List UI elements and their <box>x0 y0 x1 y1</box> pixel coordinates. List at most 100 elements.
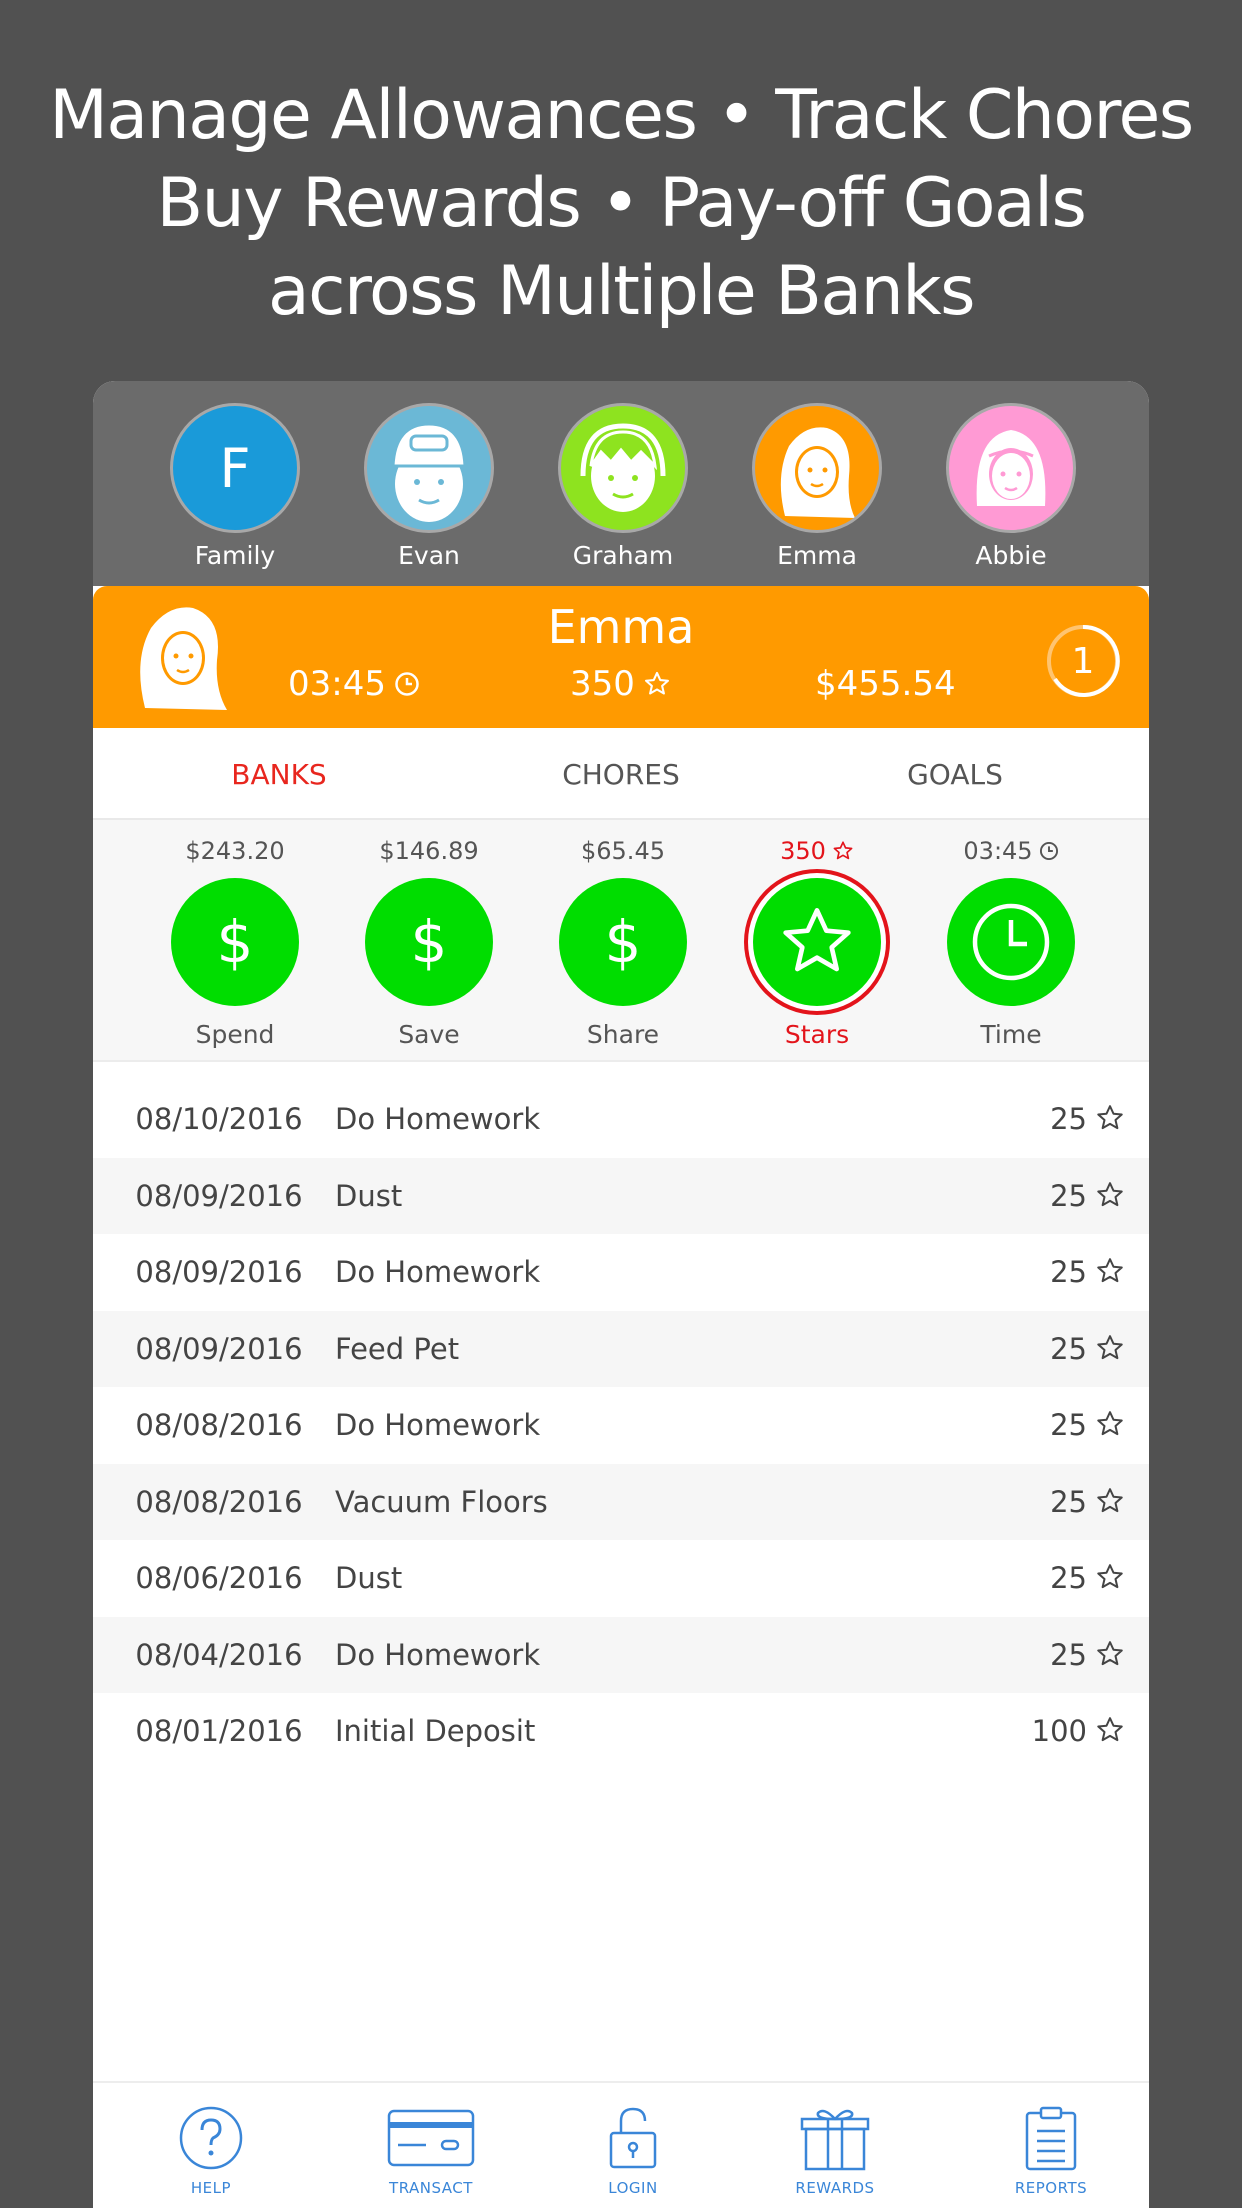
boy-cap-avatar-icon <box>364 403 494 533</box>
transaction-points: 25 <box>1050 1102 1087 1136</box>
list-item[interactable]: 08/04/2016 Do Homework 25 <box>93 1616 1149 1693</box>
transaction-points: 100 <box>1031 1714 1087 1748</box>
transaction-points: 25 <box>1050 1331 1087 1366</box>
transaction-date: 08/06/2016 <box>135 1561 303 1595</box>
kid-selector-bar: F Family Evan Graham Emma Abbie <box>93 381 1149 586</box>
dollar-icon: $ <box>171 878 299 1006</box>
bank-amount: $243.20 <box>185 837 285 865</box>
star-outline-icon <box>833 841 853 860</box>
tab-goals[interactable]: GOALS <box>805 728 1105 820</box>
transaction-list: 08/10/2016 Do Homework 25 08/09/2016 Dus… <box>93 1081 1149 1770</box>
banks-row: $243.20 $ Spend $146.89 $ Save $65.45 $ … <box>93 820 1149 1062</box>
bank-time[interactable]: 03:45 Time <box>921 820 1101 1049</box>
bank-label: Save <box>398 1020 460 1049</box>
family-letter: F <box>219 436 251 500</box>
transaction-points: 25 <box>1050 1255 1087 1289</box>
boy-headphones-avatar-icon <box>558 403 688 533</box>
transaction-date: 08/09/2016 <box>135 1331 303 1366</box>
transaction-desc: Do Homework <box>335 1637 541 1672</box>
bank-amount-value: 03:45 <box>963 837 1033 865</box>
list-item[interactable]: 08/06/2016 Dust 25 <box>93 1540 1149 1617</box>
bank-amount: $65.45 <box>581 837 665 865</box>
marketing-headline: Manage Allowances • Track Chores Buy Rew… <box>0 72 1242 336</box>
transaction-points: 25 <box>1050 1178 1087 1213</box>
profile-time-value: 03:45 <box>288 664 386 704</box>
clock-icon <box>1039 841 1058 861</box>
star-outline-icon <box>1097 1487 1123 1512</box>
tab-chores[interactable]: CHORES <box>471 728 771 820</box>
profile-header: Emma 03:45 350 $455.54 1 <box>93 586 1149 728</box>
kid-name: Emma <box>777 541 857 570</box>
star-outline-icon <box>1097 1258 1123 1283</box>
bank-label: Spend <box>195 1020 275 1049</box>
list-item[interactable]: 08/09/2016 Dust 25 <box>93 1157 1149 1234</box>
bank-label: Stars <box>784 1020 850 1049</box>
star-icon <box>753 878 881 1006</box>
lock-icon <box>609 2107 657 2169</box>
kid-name: Evan <box>398 541 460 570</box>
transaction-points: 25 <box>1050 1408 1087 1442</box>
transaction-date: 08/09/2016 <box>135 1255 303 1289</box>
list-item[interactable]: 08/09/2016 Feed Pet 25 <box>93 1310 1149 1387</box>
bank-amount: 03:45 <box>921 836 1101 866</box>
headline-line-1: Manage Allowances • Track Chores <box>49 76 1194 155</box>
profile-stars: 350 <box>570 664 671 704</box>
bottom-nav: HELP TRANSACT LOGIN REWARDS REPORTS <box>93 2081 1149 2208</box>
kid-abbie[interactable]: Abbie <box>921 403 1101 570</box>
bank-amount-value: 350 <box>780 837 826 865</box>
transaction-date: 08/08/2016 <box>135 1484 303 1519</box>
nav-login[interactable]: LOGIN <box>553 2105 713 2197</box>
star-outline-icon <box>644 671 669 695</box>
progress-ring-badge[interactable]: 1 <box>1043 621 1123 705</box>
girl-wavy-hair-avatar-icon <box>752 403 882 533</box>
section-tabs: BANKS CHORES GOALS <box>93 728 1149 820</box>
app-screen: F Family Evan Graham Emma Abbie Emma 03:… <box>93 381 1149 2208</box>
profile-name: Emma <box>547 600 695 654</box>
gift-icon <box>800 2109 870 2171</box>
list-item[interactable]: 08/01/2016 Initial Deposit 100 <box>93 1693 1149 1770</box>
nav-label: REWARDS <box>795 2179 875 2197</box>
transaction-desc: Vacuum Floors <box>335 1484 548 1519</box>
clock-icon <box>395 672 419 696</box>
help-icon <box>179 2106 243 2170</box>
girl-straight-hair-avatar-icon <box>946 403 1076 533</box>
transaction-date: 08/09/2016 <box>135 1178 303 1213</box>
bank-spend[interactable]: $243.20 $ Spend <box>145 820 325 1049</box>
kid-name: Family <box>194 541 276 570</box>
profile-stars-value: 350 <box>570 664 635 704</box>
transaction-desc: Feed Pet <box>335 1331 460 1366</box>
star-outline-icon <box>1097 1411 1123 1436</box>
nav-label: REPORTS <box>1014 2179 1088 2197</box>
profile-money: $455.54 <box>815 664 956 704</box>
tab-banks[interactable]: BANKS <box>129 728 429 820</box>
list-item[interactable]: 08/09/2016 Do Homework 25 <box>93 1234 1149 1311</box>
headline-line-2: Buy Rewards • Pay-off Goals <box>156 164 1087 243</box>
star-outline-icon <box>1097 1181 1123 1206</box>
kid-graham[interactable]: Graham <box>533 403 713 570</box>
transaction-points: 25 <box>1050 1484 1087 1519</box>
clipboard-icon <box>1025 2106 1077 2171</box>
nav-reports[interactable]: REPORTS <box>971 2105 1131 2197</box>
kid-evan[interactable]: Evan <box>339 403 519 570</box>
profile-money-value: $455.54 <box>815 664 956 704</box>
nav-help[interactable]: HELP <box>131 2105 291 2197</box>
transaction-desc: Dust <box>335 1178 403 1213</box>
bank-save[interactable]: $146.89 $ Save <box>339 820 519 1049</box>
bank-stars[interactable]: 350 Stars <box>727 820 907 1049</box>
list-item[interactable]: 08/08/2016 Do Homework 25 <box>93 1387 1149 1464</box>
nav-transact[interactable]: TRANSACT <box>351 2105 511 2197</box>
kid-name: Graham <box>572 541 674 570</box>
nav-label: LOGIN <box>608 2179 658 2197</box>
bank-label: Time <box>980 1020 1042 1049</box>
star-outline-icon <box>1097 1640 1123 1665</box>
transaction-desc: Initial Deposit <box>335 1714 536 1748</box>
nav-rewards[interactable]: REWARDS <box>755 2105 915 2197</box>
list-item[interactable]: 08/10/2016 Do Homework 25 <box>93 1081 1149 1158</box>
card-icon <box>387 2109 475 2167</box>
kid-family[interactable]: F Family <box>145 403 325 570</box>
transaction-points: 25 <box>1050 1561 1087 1595</box>
list-item[interactable]: 08/08/2016 Vacuum Floors 25 <box>93 1463 1149 1540</box>
bank-label: Share <box>586 1020 660 1049</box>
kid-emma[interactable]: Emma <box>727 403 907 570</box>
bank-share[interactable]: $65.45 $ Share <box>533 820 713 1049</box>
